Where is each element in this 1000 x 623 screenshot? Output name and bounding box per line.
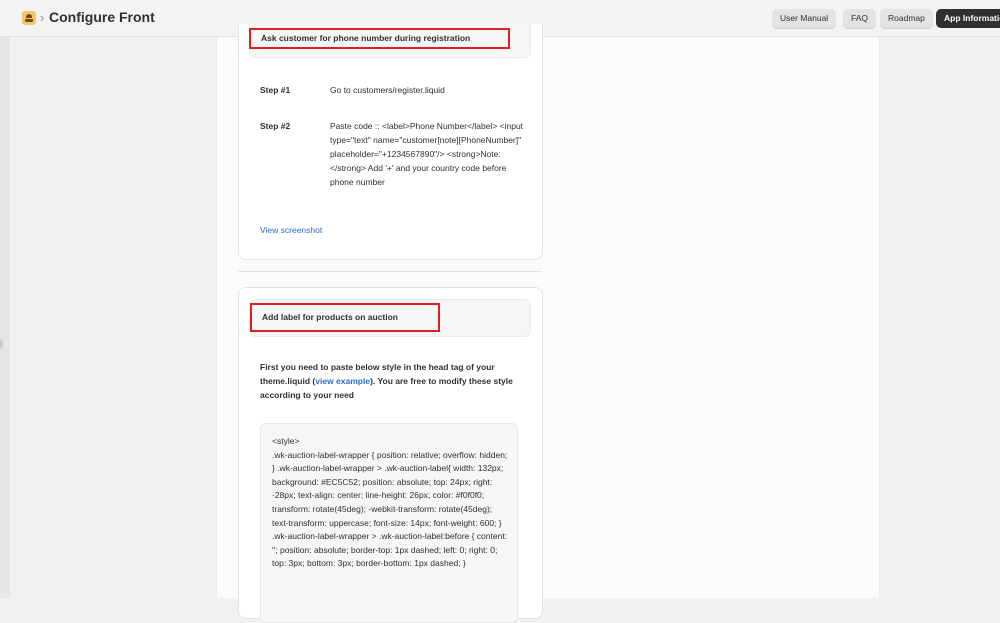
step-1-text: Go to customers/register.liquid (330, 85, 445, 95)
view-screenshot-link[interactable]: View screenshot (260, 225, 322, 235)
user-manual-button[interactable]: User Manual (772, 9, 837, 28)
style-code-snippet[interactable]: <style> .wk-auction-label-wrapper { posi… (272, 435, 508, 571)
app-information-button[interactable]: App Informatio (936, 9, 1000, 28)
roadmap-button[interactable]: Roadmap (880, 9, 933, 28)
left-edge-strip (0, 0, 10, 598)
auction-card-title: Add label for products on auction (250, 303, 440, 332)
app-icon[interactable] (22, 11, 36, 25)
view-example-link[interactable]: view example (315, 376, 370, 386)
chevron-right-icon: › (40, 10, 45, 25)
step-2-text: Paste code :: <label>Phone Number</label… (330, 121, 524, 187)
phone-card-title: Ask customer for phone number during reg… (249, 28, 510, 49)
step-1-label: Step #1 (260, 85, 291, 95)
sidebar-toggle-handle[interactable] (0, 339, 3, 349)
section-divider (238, 271, 542, 272)
auction-intro-text: First you need to paste below style in t… (260, 360, 515, 402)
step-2-label: Step #2 (260, 121, 291, 131)
faq-button[interactable]: FAQ (843, 9, 877, 28)
page-title: Configure Front (49, 9, 155, 25)
